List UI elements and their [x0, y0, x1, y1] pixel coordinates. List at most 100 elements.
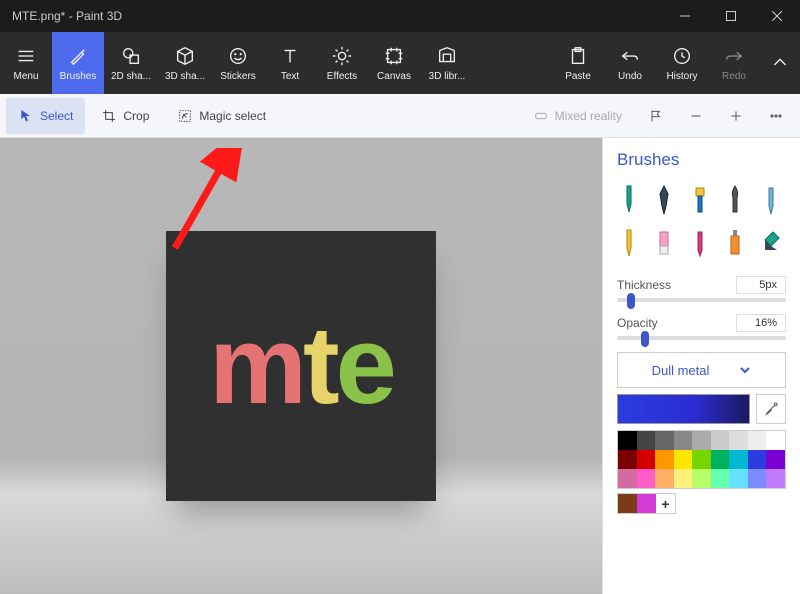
- pencil-brush-icon[interactable]: [617, 226, 641, 258]
- mixed-reality-label: Mixed reality: [555, 109, 622, 123]
- custom-color-swatch[interactable]: [637, 494, 656, 513]
- material-label: Dull metal: [652, 363, 710, 378]
- redo-label: Redo: [722, 71, 746, 82]
- calligraphy-brush-icon[interactable]: [652, 184, 676, 216]
- crayon-brush-icon[interactable]: [688, 226, 712, 258]
- magic-select-tool[interactable]: Magic select: [165, 98, 278, 134]
- material-dropdown[interactable]: Dull metal: [617, 352, 786, 388]
- logo-t: t: [303, 311, 336, 421]
- mte-logo: m t e: [209, 311, 393, 421]
- add-color-button[interactable]: +: [656, 494, 675, 513]
- color-swatch[interactable]: [711, 469, 730, 488]
- color-swatch[interactable]: [618, 450, 637, 469]
- oil-brush-icon[interactable]: [688, 184, 712, 216]
- paste-label: Paste: [565, 71, 591, 82]
- color-swatch[interactable]: [674, 469, 693, 488]
- maximize-button[interactable]: [708, 0, 754, 32]
- color-palette: [617, 430, 786, 489]
- color-swatch[interactable]: [637, 431, 656, 450]
- mixed-reality-tool[interactable]: Mixed reality: [521, 98, 634, 134]
- color-swatch[interactable]: [655, 450, 674, 469]
- logo-e: e: [336, 311, 393, 421]
- zoom-in-button[interactable]: [718, 98, 754, 134]
- title-bar: MTE.png* - Paint 3D: [0, 0, 800, 32]
- 3d-shapes-tab[interactable]: 3D sha...: [158, 32, 212, 94]
- color-swatch[interactable]: [618, 431, 637, 450]
- select-label: Select: [40, 109, 73, 123]
- color-swatch[interactable]: [766, 450, 785, 469]
- opacity-value[interactable]: 16%: [736, 314, 786, 332]
- opacity-label: Opacity: [617, 316, 658, 330]
- color-swatch[interactable]: [618, 469, 637, 488]
- color-swatch[interactable]: [729, 469, 748, 488]
- stickers-label: Stickers: [220, 71, 256, 82]
- menu-label: Menu: [13, 71, 38, 82]
- 3d-shapes-label: 3D sha...: [165, 71, 205, 82]
- canvas-artwork[interactable]: m t e: [166, 231, 436, 501]
- 2d-shapes-label: 2D sha...: [111, 71, 151, 82]
- color-swatch[interactable]: [748, 469, 767, 488]
- opacity-slider[interactable]: [617, 336, 786, 340]
- select-tool[interactable]: Select: [6, 98, 85, 134]
- 2d-shapes-tab[interactable]: 2D sha...: [104, 32, 158, 94]
- color-swatch[interactable]: [655, 469, 674, 488]
- zoom-out-button[interactable]: [678, 98, 714, 134]
- canvas-tab[interactable]: Canvas: [368, 32, 420, 94]
- color-swatch[interactable]: [692, 469, 711, 488]
- side-panel: Brushes Thickness5px Opacity 16% Dull met…: [602, 138, 800, 594]
- spray-can-icon[interactable]: [723, 226, 747, 258]
- color-swatch[interactable]: [637, 450, 656, 469]
- close-button[interactable]: [754, 0, 800, 32]
- effects-label: Effects: [327, 71, 357, 82]
- color-swatch[interactable]: [729, 450, 748, 469]
- eyedropper-button[interactable]: [756, 394, 786, 424]
- current-color-swatch[interactable]: [617, 394, 750, 424]
- 3d-library-tab[interactable]: 3D libr...: [420, 32, 474, 94]
- color-swatch[interactable]: [674, 431, 693, 450]
- pixel-pen-icon[interactable]: [759, 184, 783, 216]
- window-title: MTE.png* - Paint 3D: [0, 9, 662, 23]
- color-swatch[interactable]: [748, 431, 767, 450]
- color-swatch[interactable]: [692, 431, 711, 450]
- history-button[interactable]: History: [656, 32, 708, 94]
- fill-bucket-icon[interactable]: [759, 226, 783, 258]
- paste-button[interactable]: Paste: [552, 32, 604, 94]
- color-swatch[interactable]: [729, 431, 748, 450]
- color-swatch[interactable]: [692, 450, 711, 469]
- collapse-ribbon-button[interactable]: [760, 32, 800, 94]
- minimize-button[interactable]: [662, 0, 708, 32]
- thickness-slider[interactable]: [617, 298, 786, 302]
- color-swatch[interactable]: [637, 469, 656, 488]
- more-button[interactable]: [758, 98, 794, 134]
- text-tab[interactable]: Text: [264, 32, 316, 94]
- color-swatch[interactable]: [674, 450, 693, 469]
- crop-label: Crop: [123, 109, 149, 123]
- color-swatch[interactable]: [766, 431, 785, 450]
- text-label: Text: [281, 71, 299, 82]
- thickness-value[interactable]: 5px: [736, 276, 786, 294]
- color-swatch[interactable]: [711, 431, 730, 450]
- watercolor-brush-icon[interactable]: [723, 184, 747, 216]
- stickers-tab[interactable]: Stickers: [212, 32, 264, 94]
- color-swatch[interactable]: [711, 450, 730, 469]
- color-swatch[interactable]: [766, 469, 785, 488]
- custom-color-swatch[interactable]: [618, 494, 637, 513]
- redo-button[interactable]: Redo: [708, 32, 760, 94]
- undo-button[interactable]: Undo: [604, 32, 656, 94]
- effects-tab[interactable]: Effects: [316, 32, 368, 94]
- menu-button[interactable]: Menu: [0, 32, 52, 94]
- panel-title: Brushes: [617, 150, 786, 170]
- brushes-tab[interactable]: Brushes: [52, 32, 104, 94]
- 3d-library-label: 3D libr...: [429, 71, 466, 82]
- crop-tool[interactable]: Crop: [89, 98, 161, 134]
- flag-tool[interactable]: [638, 98, 674, 134]
- marker-brush-icon[interactable]: [617, 184, 641, 216]
- eraser-icon[interactable]: [652, 226, 676, 258]
- brushes-label: Brushes: [60, 71, 97, 82]
- canvas-viewport[interactable]: m t e: [0, 138, 602, 594]
- thickness-control: Thickness5px: [617, 276, 786, 302]
- history-label: History: [666, 71, 697, 82]
- color-swatch[interactable]: [748, 450, 767, 469]
- color-swatch[interactable]: [655, 431, 674, 450]
- main-area: m t e Brushes Thickness5px: [0, 138, 800, 594]
